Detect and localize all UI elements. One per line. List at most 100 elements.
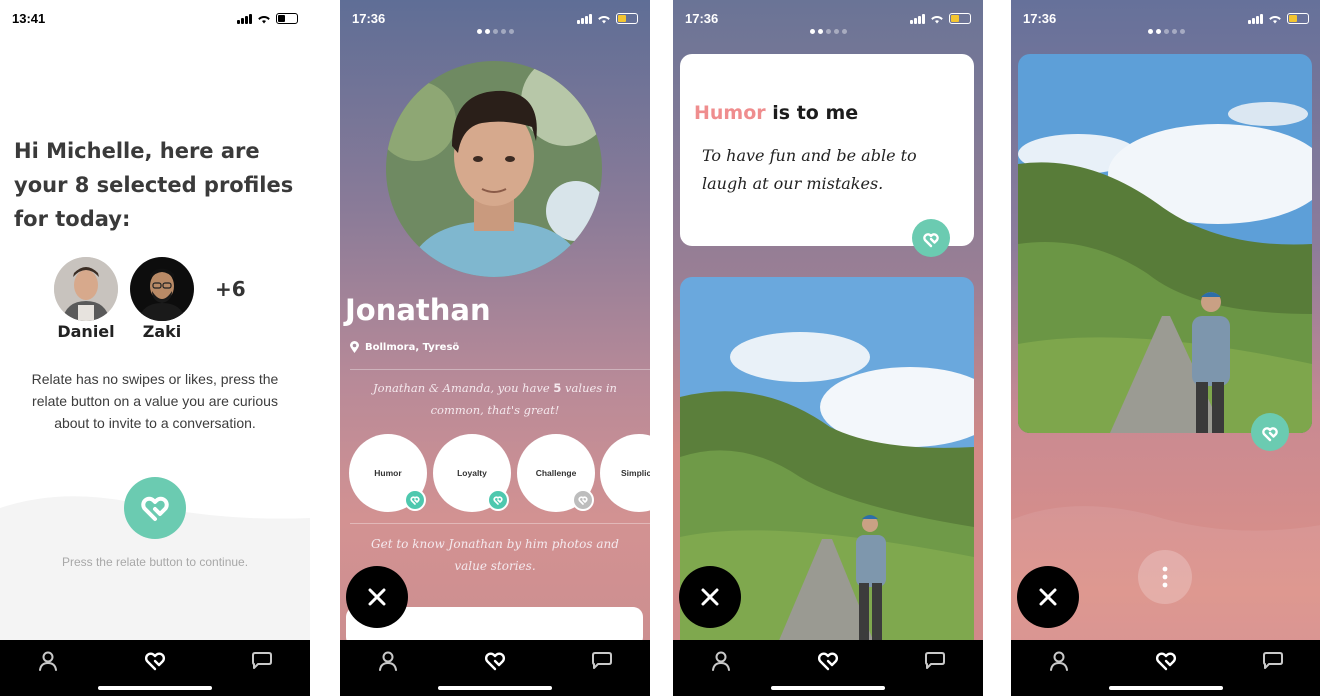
more-vertical-icon: [1162, 566, 1168, 588]
wifi-icon: [598, 15, 610, 23]
value-label: Humor: [374, 468, 402, 478]
avatar-photo-icon: [54, 257, 118, 321]
home-indicator[interactable]: [771, 686, 885, 690]
battery-icon: [616, 13, 638, 24]
greeting-heading: Hi Michelle, here are your 8 selected pr…: [14, 139, 294, 231]
status-bar: 17:36: [352, 11, 638, 27]
status-icons: [1248, 13, 1309, 24]
value-relate-badge-inactive[interactable]: [572, 489, 594, 511]
shared-values-text: Jonathan & Amanda, you have 5 values in …: [360, 377, 630, 421]
phone-screen-photo: 17:36: [1011, 0, 1320, 696]
battery-icon: [276, 13, 298, 24]
page-dots: [1011, 29, 1320, 34]
shared-values-intro: Jonathan & Amanda, you have: [373, 381, 554, 395]
status-time: 17:36: [1023, 11, 1057, 26]
home-indicator[interactable]: [438, 686, 552, 690]
signal-icon: [577, 13, 592, 24]
info-text: Relate has no swipes or likes, press the…: [31, 371, 279, 431]
relate-button[interactable]: [124, 477, 186, 539]
value-label: Simplic: [621, 468, 650, 478]
wifi-icon: [258, 15, 270, 23]
relate-heart-icon[interactable]: [1154, 649, 1178, 673]
status-bar: 17:36: [1023, 11, 1309, 27]
profile-name: Jonathan: [345, 293, 491, 327]
relate-button[interactable]: [912, 219, 950, 257]
more-profiles-count: +6: [215, 277, 246, 301]
battery-icon: [1287, 13, 1309, 24]
dismiss-button[interactable]: [346, 566, 408, 628]
home-indicator[interactable]: [98, 686, 212, 690]
press-hint: Press the relate button to continue.: [61, 555, 249, 569]
tab-bar: [340, 640, 650, 696]
status-time: 13:41: [12, 11, 46, 26]
landscape-photo: [1018, 54, 1312, 433]
relate-heart-icon: [1262, 427, 1278, 442]
avatar-photo-icon: [130, 257, 194, 321]
close-icon: [701, 588, 719, 606]
tab-bar: [0, 640, 310, 696]
person-icon[interactable]: [1047, 649, 1071, 673]
avatar-zaki[interactable]: [130, 257, 194, 321]
profile-name-daniel: Daniel: [57, 322, 115, 341]
value-label: Loyalty: [457, 468, 487, 478]
chat-icon[interactable]: [923, 649, 947, 673]
home-indicator[interactable]: [1109, 686, 1223, 690]
battery-icon: [949, 13, 971, 24]
status-bar: 17:36: [685, 11, 971, 27]
portrait-image: [386, 61, 602, 277]
relate-heart-icon[interactable]: [483, 649, 507, 673]
status-icons: [910, 13, 971, 24]
relate-heart-icon: [578, 496, 588, 505]
tab-bar: [1011, 640, 1320, 696]
chat-icon[interactable]: [590, 649, 614, 673]
photo-card[interactable]: [1018, 54, 1312, 433]
tab-bar: [673, 640, 983, 696]
close-icon: [368, 588, 386, 606]
wifi-icon: [1269, 15, 1281, 23]
status-time: 17:36: [352, 11, 386, 26]
phone-screen-intro: 13:41 Hi Michelle, here are your 8 selec…: [0, 0, 310, 696]
signal-icon: [1248, 13, 1263, 24]
location-pin-icon: [350, 341, 359, 353]
signal-icon: [910, 13, 925, 24]
profile-photo[interactable]: [386, 61, 602, 277]
location: Bollmora, Tyresö: [350, 341, 459, 353]
divider: [350, 369, 650, 370]
status-icons: [237, 13, 298, 24]
value-circle-simplicity[interactable]: Simplic: [600, 434, 650, 512]
relate-heart-icon: [141, 496, 169, 521]
person-icon[interactable]: [376, 649, 400, 673]
status-icons: [577, 13, 638, 24]
phone-screen-profile: 17:36 Jonathan Bollmora, Tyresö Jonathan…: [340, 0, 650, 696]
value-story-title: Humor is to me: [694, 102, 858, 124]
relate-button[interactable]: [1251, 413, 1289, 451]
relate-heart-icon: [923, 233, 939, 248]
page-dots: [340, 29, 650, 34]
relate-heart-icon: [410, 496, 420, 505]
value-story-text: To have fun and be able to laugh at our …: [702, 146, 917, 193]
value-name: Humor: [694, 102, 766, 124]
avatar-daniel[interactable]: [54, 257, 118, 321]
relate-heart-icon[interactable]: [816, 649, 840, 673]
person-icon[interactable]: [709, 649, 733, 673]
divider: [350, 523, 650, 524]
signal-icon: [237, 13, 252, 24]
more-options-button[interactable]: [1138, 550, 1192, 604]
wifi-icon: [931, 15, 943, 23]
value-label: Challenge: [535, 468, 577, 478]
chat-icon[interactable]: [1261, 649, 1285, 673]
status-time: 17:36: [685, 11, 719, 26]
relate-heart-icon[interactable]: [143, 649, 167, 673]
person-icon[interactable]: [36, 649, 60, 673]
close-icon: [1039, 588, 1057, 606]
chat-icon[interactable]: [250, 649, 274, 673]
value-relate-badge[interactable]: [404, 489, 426, 511]
dismiss-button[interactable]: [679, 566, 741, 628]
phone-screen-value-story: 17:36 Humor is to me To have fun and be …: [673, 0, 983, 696]
screenshot-collage: 13:41 Hi Michelle, here are your 8 selec…: [0, 0, 1320, 696]
dismiss-button[interactable]: [1017, 566, 1079, 628]
value-relate-badge[interactable]: [487, 489, 509, 511]
location-text: Bollmora, Tyresö: [365, 341, 460, 353]
status-bar: 13:41: [12, 11, 298, 27]
profile-name-zaki: Zaki: [142, 322, 182, 341]
